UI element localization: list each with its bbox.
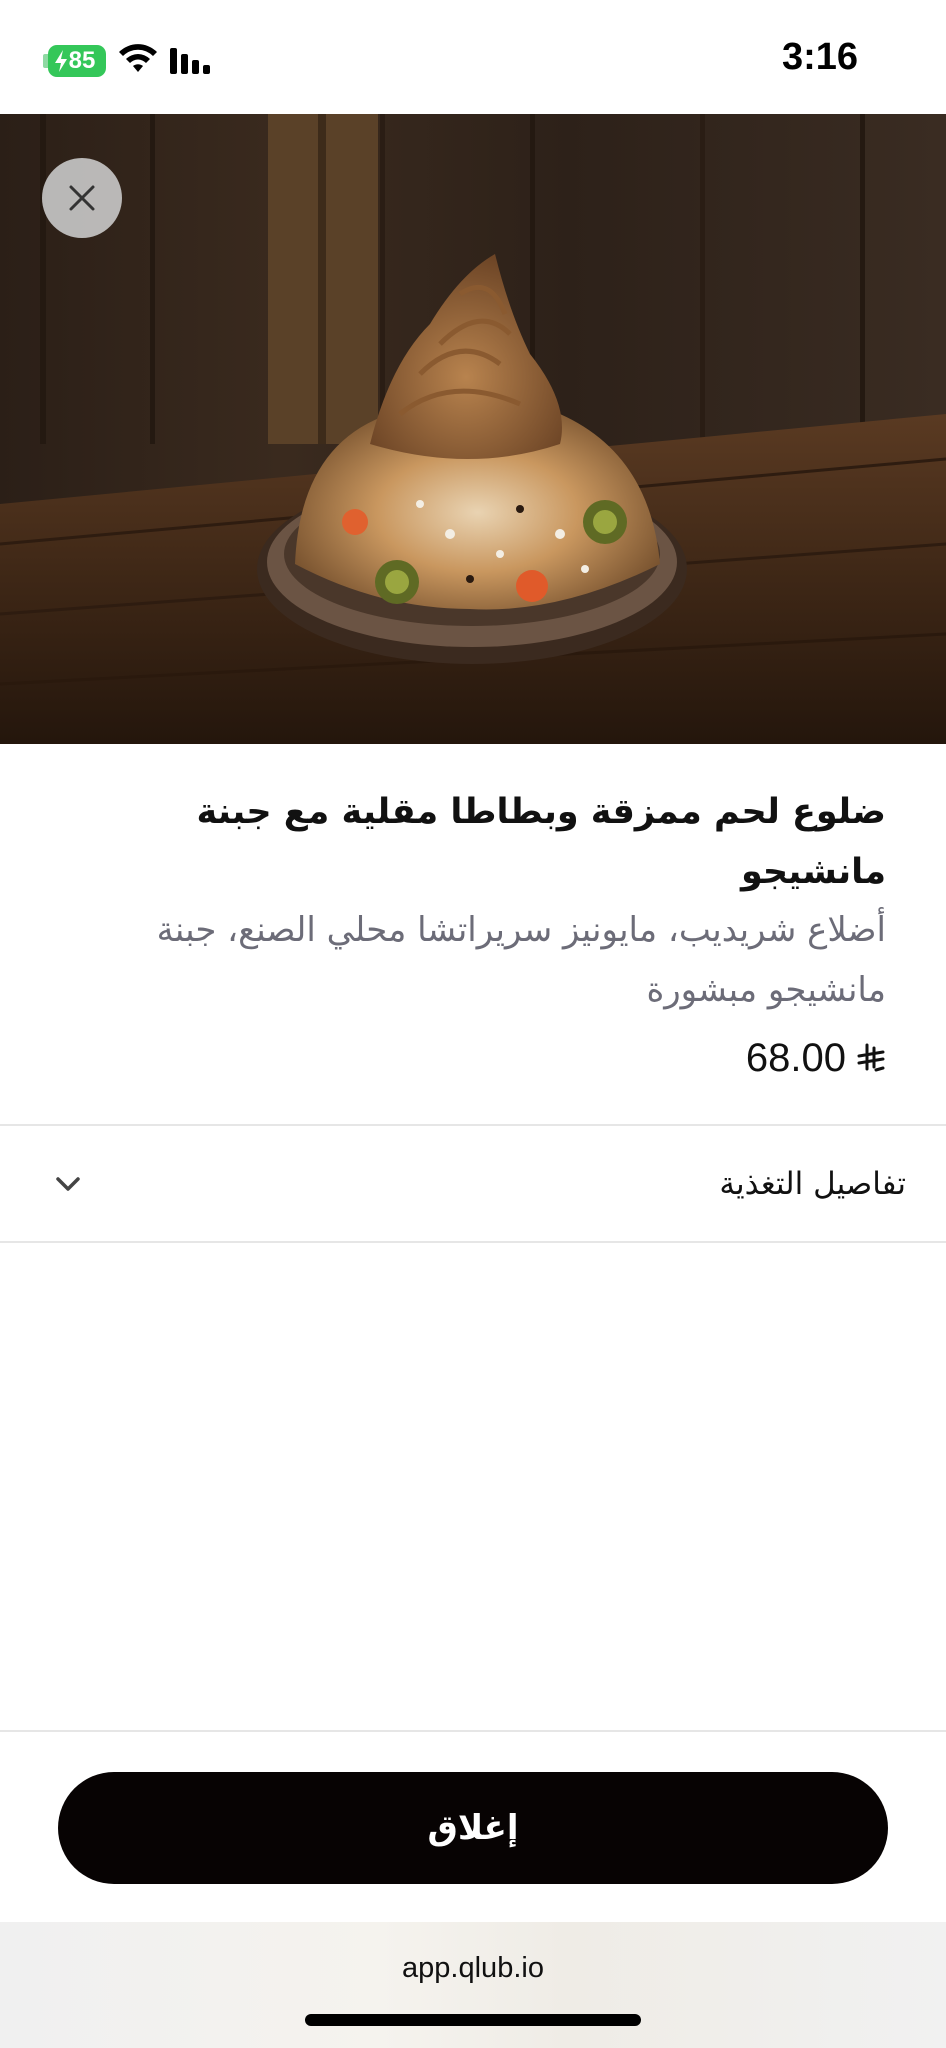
- item-price: 68.00: [746, 1036, 886, 1081]
- chevron-down-icon: [56, 1177, 80, 1191]
- item-title: ضلوع لحم ممزقة وبطاطا مقلية مع جبنة مانش…: [196, 792, 886, 892]
- close-icon-button[interactable]: [42, 158, 122, 238]
- status-bar: 85 3:16: [0, 0, 946, 114]
- divider: [0, 1241, 946, 1243]
- divider: [0, 1730, 946, 1732]
- nutrition-details-toggle[interactable]: تفاصيل التغذية: [0, 1126, 946, 1242]
- dish-photo: [0, 114, 946, 744]
- status-time: 3:16: [781, 36, 858, 78]
- dish-illustration: [0, 114, 946, 744]
- home-indicator[interactable]: [305, 2014, 641, 2026]
- cellular-signal-icon: [170, 48, 210, 74]
- close-button[interactable]: إغلاق: [58, 1772, 888, 1884]
- close-icon: [69, 185, 95, 211]
- nutrition-details-label: تفاصيل التغذية: [719, 1166, 906, 1202]
- browser-url[interactable]: app.qlub.io: [0, 1952, 946, 1985]
- saudi-riyal-icon: [857, 1043, 885, 1071]
- browser-bar: [0, 1922, 946, 2048]
- battery-charging-icon: 85: [48, 45, 106, 77]
- bolt-icon: [55, 50, 67, 72]
- item-description: أضلاع شريديب، مايونيز سريراتشا محلي الصن…: [156, 910, 886, 1010]
- item-detail-screen: 85 3:16 ضلوع لحم ممزقة وبطاطا مقلية مع ج…: [0, 0, 946, 2048]
- battery-level: 85: [68, 47, 96, 74]
- price-value: 68.00: [745, 1036, 846, 1080]
- wifi-icon: [119, 44, 157, 72]
